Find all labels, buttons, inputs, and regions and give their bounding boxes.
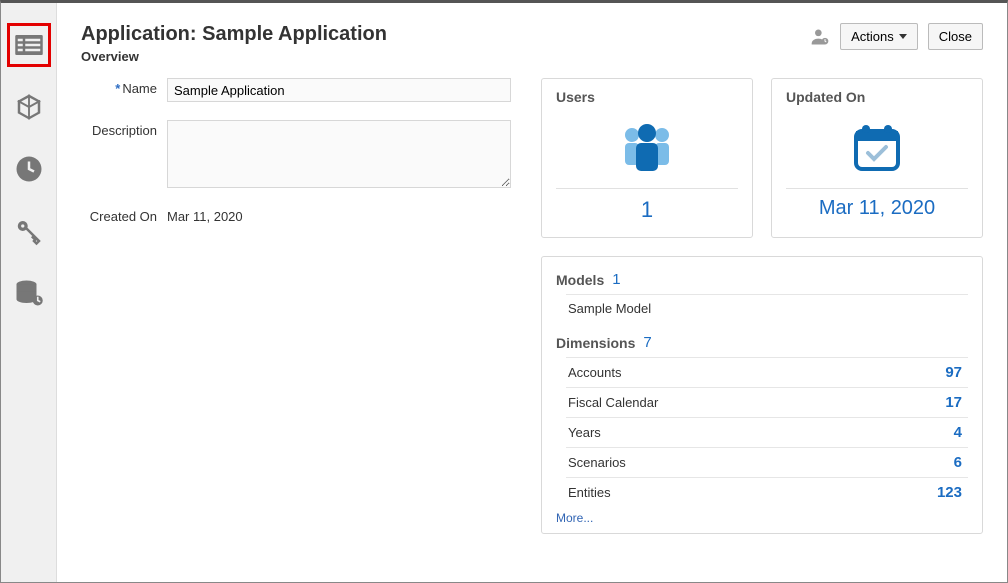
cube-icon: [14, 92, 44, 122]
dimension-row[interactable]: Fiscal Calendar 17: [566, 387, 968, 417]
dimension-row[interactable]: Entities 123: [566, 477, 968, 507]
calendar-check-icon: [846, 121, 908, 173]
actions-button[interactable]: Actions: [840, 23, 918, 50]
keys-icon: [14, 216, 44, 246]
clock-icon: [14, 154, 44, 184]
description-textarea[interactable]: [167, 120, 511, 188]
sidebar-item-clock[interactable]: [7, 147, 51, 191]
users-card-title: Users: [556, 89, 738, 105]
sidebar-item-overview[interactable]: [7, 23, 51, 67]
dimension-count: 6: [954, 454, 966, 471]
users-count[interactable]: 1: [556, 197, 738, 223]
models-header: Models 1: [556, 267, 968, 294]
form-section: *Name Description Created On Mar 11, 202…: [81, 78, 511, 534]
model-name: Sample Model: [568, 301, 651, 316]
page-subtitle: Overview: [81, 49, 387, 64]
created-on-label: Created On: [81, 206, 167, 228]
database-icon: [14, 278, 44, 308]
dimension-count: 17: [945, 394, 966, 411]
dimension-count: 97: [945, 364, 966, 381]
main-panel: Application: Sample Application Overview…: [57, 3, 1007, 582]
updated-card: Updated On Mar 11, 2020: [771, 78, 983, 238]
user-admin-icon[interactable]: [810, 27, 830, 47]
sidebar-item-cube[interactable]: [7, 85, 51, 129]
users-icon: [616, 121, 678, 173]
dimension-row[interactable]: Years 4: [566, 417, 968, 447]
models-dimensions-card: Models 1 Sample Model Dimensions 7 Accou…: [541, 256, 983, 534]
models-count: 1: [612, 271, 620, 288]
sidebar-item-database[interactable]: [7, 271, 51, 315]
dimension-name: Scenarios: [568, 455, 626, 470]
name-label: *Name: [81, 78, 167, 100]
more-link[interactable]: More...: [556, 507, 593, 525]
dimensions-count: 7: [643, 334, 651, 351]
description-label: Description: [81, 120, 167, 142]
page-title: Application: Sample Application: [81, 23, 387, 46]
dimension-name: Entities: [568, 485, 611, 500]
list-card-icon: [14, 30, 44, 60]
close-button[interactable]: Close: [928, 23, 983, 50]
updated-date[interactable]: Mar 11, 2020: [786, 197, 968, 220]
sidebar: [1, 3, 57, 582]
created-on-value: Mar 11, 2020: [167, 206, 243, 228]
dimension-name: Fiscal Calendar: [568, 395, 658, 410]
chevron-down-icon: [899, 34, 907, 39]
model-row[interactable]: Sample Model: [566, 294, 968, 322]
sidebar-item-keys[interactable]: [7, 209, 51, 253]
dimension-count: 123: [937, 484, 966, 501]
dimension-name: Accounts: [568, 365, 621, 380]
name-input[interactable]: [167, 78, 511, 102]
dimension-row[interactable]: Accounts 97: [566, 357, 968, 387]
dimensions-header: Dimensions 7: [556, 330, 968, 357]
dimension-row[interactable]: Scenarios 6: [566, 447, 968, 477]
updated-card-title: Updated On: [786, 89, 968, 105]
actions-label: Actions: [851, 29, 894, 44]
dimension-count: 4: [954, 424, 966, 441]
users-card: Users: [541, 78, 753, 238]
dimension-name: Years: [568, 425, 601, 440]
